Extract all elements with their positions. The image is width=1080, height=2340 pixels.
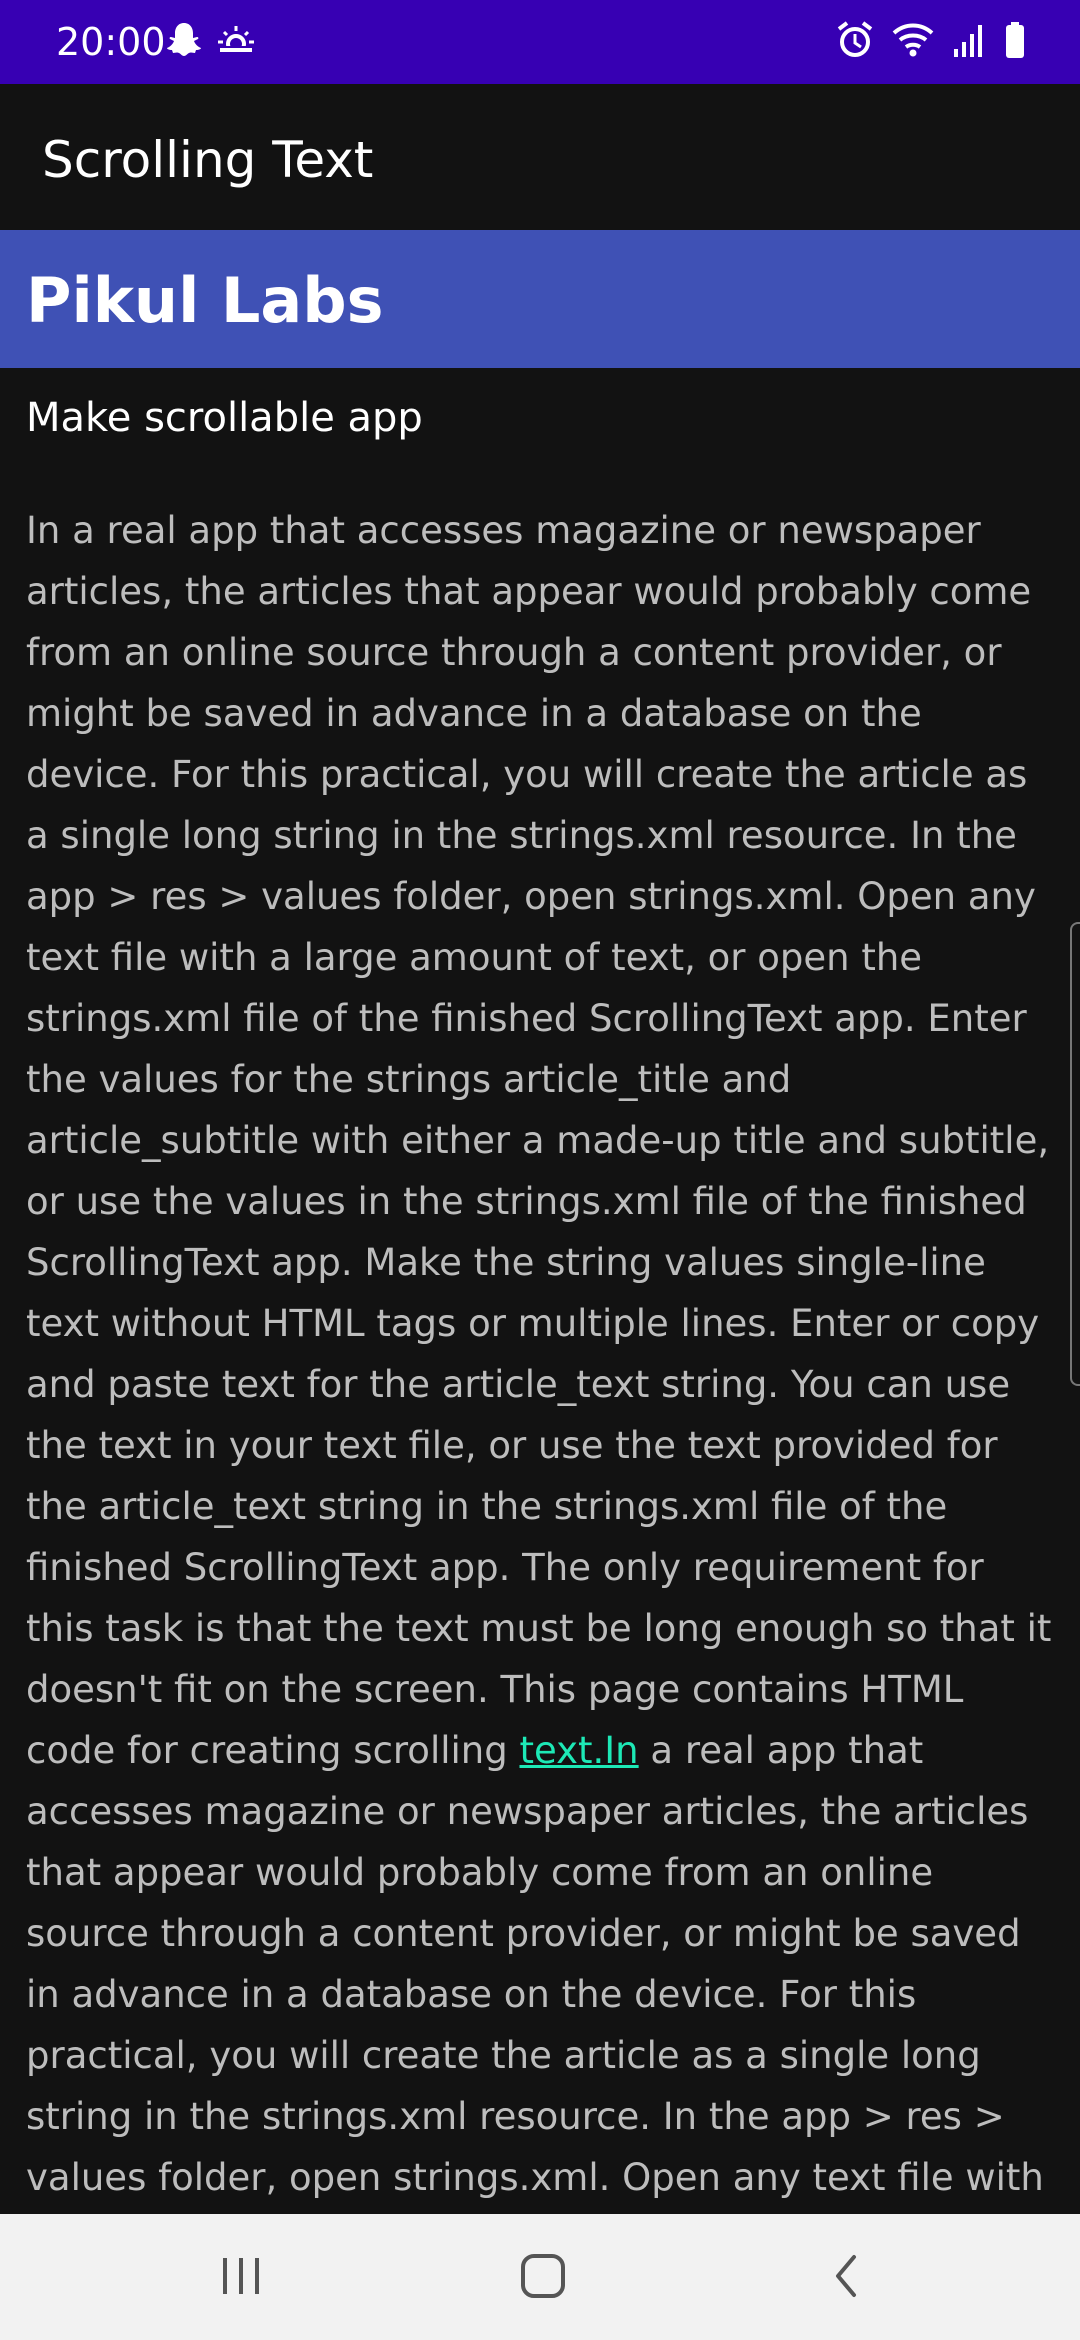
article-link[interactable]: text.In [519, 1729, 638, 1772]
recents-icon [217, 2254, 265, 2302]
article-body[interactable]: In a real app that accesses magazine or … [26, 500, 1056, 2210]
status-left-icons [166, 20, 256, 60]
article-text-part-2: a real app that accesses magazine or new… [26, 1729, 1044, 2199]
signal-icon [952, 21, 986, 59]
home-icon [518, 2251, 568, 2305]
status-time: 20:00 [56, 20, 166, 64]
weather-icon [216, 20, 256, 60]
article-heading-band: Pikul Labs [0, 230, 1080, 368]
article-subtitle: Make scrollable app [26, 395, 423, 441]
article-text-part-1: In a real app that accesses magazine or … [26, 509, 1052, 1772]
status-bar: 20:00 [0, 0, 1080, 84]
alarm-icon [836, 20, 874, 60]
home-button[interactable] [513, 2250, 573, 2306]
scrollbar[interactable] [1070, 922, 1080, 1386]
back-button[interactable] [816, 2250, 876, 2306]
back-icon [826, 2251, 866, 2305]
article-title: Pikul Labs [26, 264, 384, 337]
navigation-bar [0, 2214, 1080, 2340]
battery-icon [1004, 20, 1026, 60]
app-title: Scrolling Text [42, 131, 374, 189]
status-right-icons [836, 20, 1026, 60]
app-bar: Scrolling Text [0, 84, 1080, 230]
wifi-icon [892, 21, 934, 59]
snapchat-icon [166, 20, 202, 60]
recents-button[interactable] [211, 2250, 271, 2306]
